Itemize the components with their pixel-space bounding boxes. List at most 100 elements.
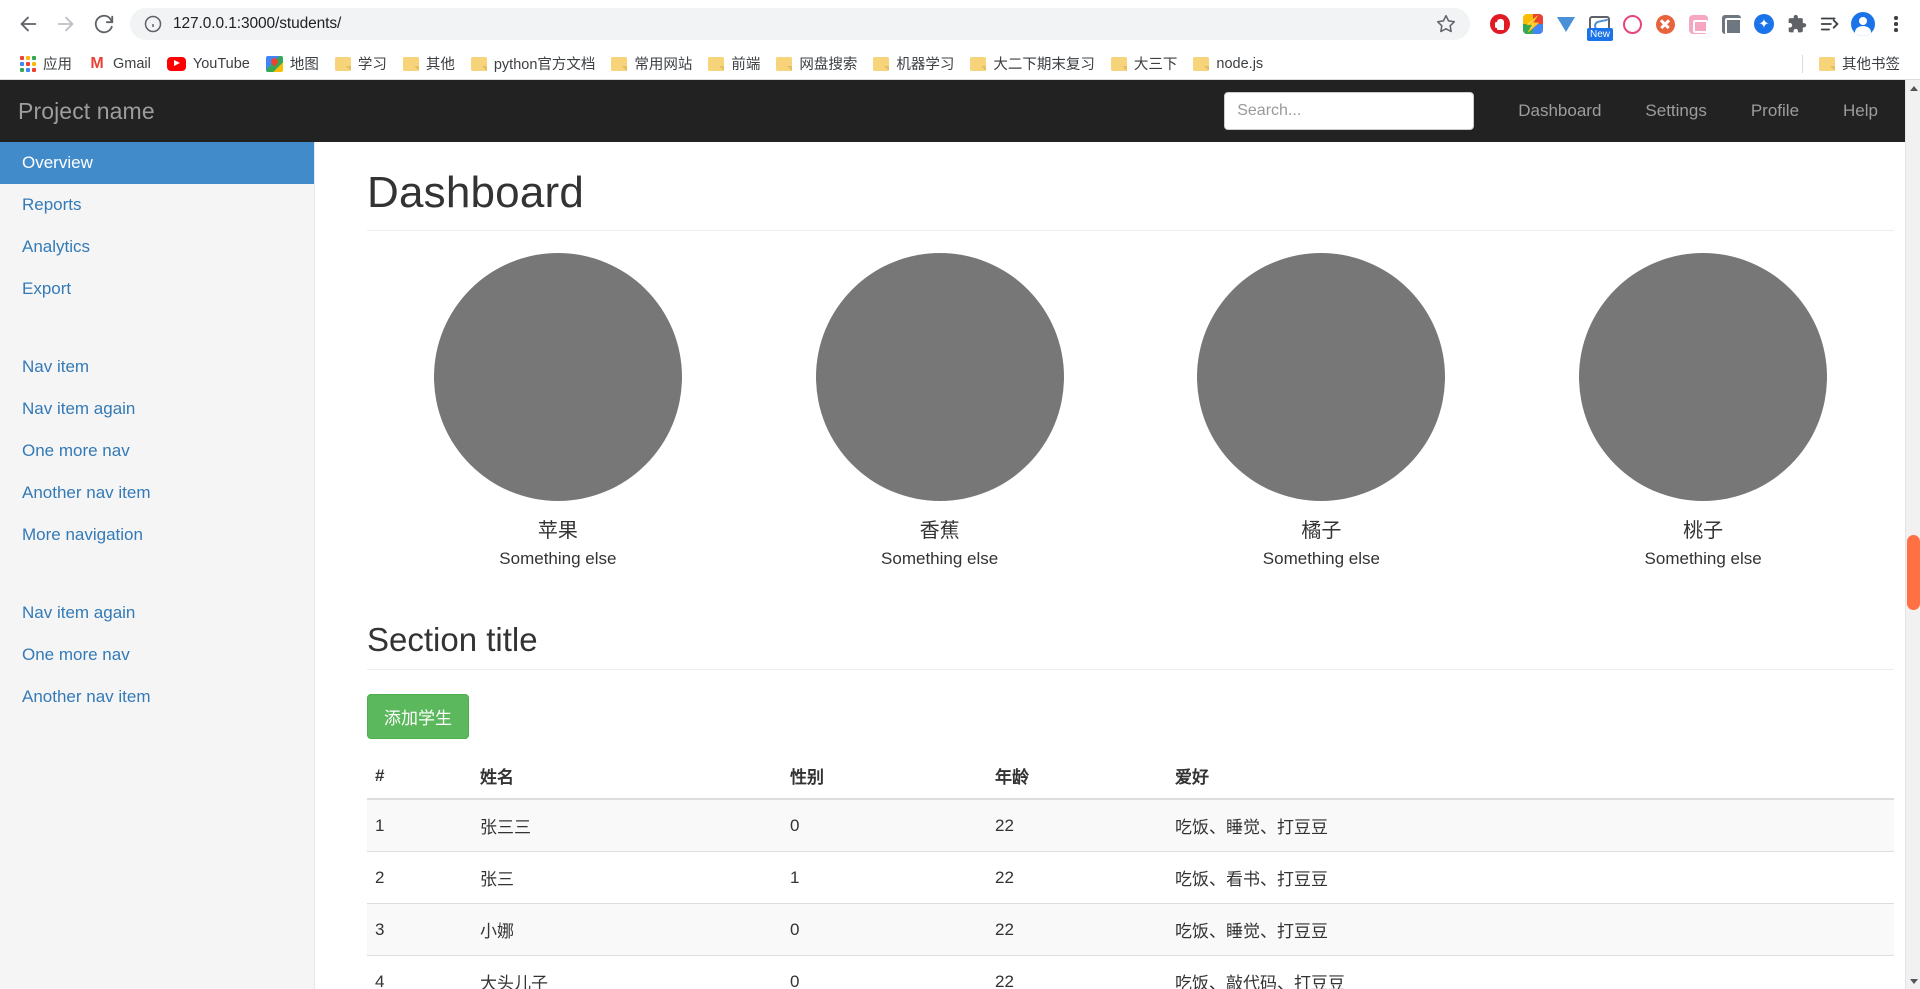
sidebar-item-nav-item-again[interactable]: Nav item again	[0, 388, 314, 430]
cell-gender: 0	[782, 798, 987, 852]
site-info-icon[interactable]	[144, 15, 162, 33]
bookmark-folder-jiqixuexi[interactable]: 机器学习	[865, 50, 962, 77]
scrollbar-thumb[interactable]	[1907, 535, 1920, 610]
sidebar-item-export[interactable]: Export	[0, 268, 314, 310]
placeholder-circle-icon	[815, 253, 1064, 501]
bookmark-gmail[interactable]: M Gmail	[80, 53, 159, 75]
sidebar-item-nav-item[interactable]: Nav item	[0, 346, 314, 388]
colorful-extension-icon[interactable]: ⚡	[1519, 10, 1547, 38]
blue-extension-icon[interactable]: ✦	[1750, 10, 1778, 38]
diamond-extension-icon[interactable]	[1552, 10, 1580, 38]
sidebar-item-one-more-nav[interactable]: One more nav	[0, 430, 314, 472]
sidebar-item-analytics[interactable]: Analytics	[0, 226, 314, 268]
reload-icon[interactable]	[86, 6, 122, 42]
table-head: # 姓名 性别 年龄 爱好	[367, 753, 1894, 800]
pink-extension-icon[interactable]	[1684, 10, 1712, 38]
youtube-icon	[166, 56, 186, 71]
column-header-age[interactable]: 年龄	[987, 753, 1167, 800]
chrome-menu-icon[interactable]	[1882, 10, 1910, 38]
bookmark-folder-dasanxia[interactable]: 大三下	[1103, 50, 1186, 77]
cell-hobby: 吃饭、敲代码、打豆豆	[1167, 955, 1894, 989]
bookmark-folder-nodejs[interactable]: node.js	[1185, 53, 1271, 75]
table-row[interactable]: 3 小娜 0 22 吃饭、睡觉、打豆豆	[367, 903, 1894, 956]
card-apple[interactable]: 苹果 Something else	[367, 253, 749, 569]
adblock-extension-icon[interactable]	[1486, 10, 1514, 38]
bookmark-label: YouTube	[192, 55, 250, 72]
card-title: 苹果	[537, 520, 578, 542]
table-body: 1 张三三 0 22 吃饭、睡觉、打豆豆 2 张三 1 22 吃饭、看书、打豆豆	[367, 798, 1894, 989]
bookmark-folder-xuexi[interactable]: 学习	[327, 50, 395, 77]
bookmarks-divider	[1802, 54, 1803, 73]
reading-list-icon[interactable]	[1816, 10, 1844, 38]
cell-hobby: 吃饭、睡觉、打豆豆	[1167, 798, 1894, 852]
grey-extension-icon[interactable]	[1717, 10, 1745, 38]
bookmark-folder-daerxia[interactable]: 大二下期末复习	[962, 50, 1103, 77]
bookmark-other-bookmarks[interactable]: 其他书签	[1811, 50, 1908, 77]
folder-icon	[970, 56, 987, 71]
ring-extension-icon[interactable]	[1618, 10, 1646, 38]
placeholder-circle-icon	[1579, 253, 1828, 501]
cell-index: 1	[367, 798, 472, 852]
section-title: Section title	[367, 621, 1894, 670]
card-subtitle: Something else	[881, 549, 999, 568]
bookmark-youtube[interactable]: YouTube	[159, 53, 258, 75]
table-row[interactable]: 2 张三 1 22 吃饭、看书、打豆豆	[367, 851, 1894, 904]
bookmark-apps[interactable]: 应用	[12, 50, 80, 77]
new-tab-extension-icon[interactable]: New	[1585, 10, 1614, 41]
page-scrollbar[interactable]	[1905, 80, 1920, 989]
brand-title[interactable]: Project name	[18, 98, 155, 125]
nav-link-help[interactable]: Help	[1821, 80, 1900, 142]
forward-arrow-icon[interactable]	[48, 6, 84, 42]
table-row[interactable]: 1 张三三 0 22 吃饭、睡觉、打豆豆	[367, 798, 1894, 852]
cell-name: 张三	[472, 851, 782, 904]
address-bar[interactable]: 127.0.0.1:3000/students/	[130, 8, 1470, 40]
back-arrow-icon[interactable]	[10, 6, 46, 42]
sidebar-item-more-navigation[interactable]: More navigation	[0, 514, 314, 556]
add-student-button[interactable]: 添加学生	[367, 694, 469, 739]
sidebar-item-nav-item-again-2[interactable]: Nav item again	[0, 592, 314, 634]
placeholder-circle-icon	[1197, 253, 1446, 501]
placeholder-circle-icon	[433, 253, 682, 501]
nav-link-settings[interactable]: Settings	[1623, 80, 1728, 142]
table-row[interactable]: 4 大头儿子 0 22 吃饭、敲代码、打豆豆	[367, 955, 1894, 989]
browser-chrome: 127.0.0.1:3000/students/ ⚡ New ✦ 应用 M Gm…	[0, 0, 1920, 80]
bookmark-folder-qianduan[interactable]: 前端	[700, 50, 768, 77]
bookmark-folder-python[interactable]: python官方文档	[463, 50, 604, 77]
bookmark-star-icon[interactable]	[1436, 14, 1456, 34]
sidebar-item-another-nav-item-2[interactable]: Another nav item	[0, 676, 314, 718]
cell-index: 3	[367, 903, 472, 956]
main-content: Dashboard 苹果 Something else 香蕉 Something…	[315, 142, 1920, 989]
url-text[interactable]: 127.0.0.1:3000/students/	[173, 15, 1430, 33]
bookmark-folder-wangpan[interactable]: 网盘搜索	[768, 50, 865, 77]
column-header-index[interactable]: #	[367, 753, 472, 800]
extensions-puzzle-icon[interactable]	[1783, 10, 1811, 38]
card-peach[interactable]: 桃子 Something else	[1512, 253, 1894, 569]
nav-link-profile[interactable]: Profile	[1729, 80, 1821, 142]
cell-name: 张三三	[472, 798, 782, 852]
bookmark-label: 其他	[425, 57, 455, 73]
scrollbar-down-arrow-icon[interactable]	[1906, 973, 1920, 989]
column-header-gender[interactable]: 性别	[782, 753, 987, 800]
nav-link-dashboard[interactable]: Dashboard	[1496, 80, 1623, 142]
card-banana[interactable]: 香蕉 Something else	[749, 253, 1131, 569]
sidebar-item-overview[interactable]: Overview	[0, 142, 314, 184]
column-header-name[interactable]: 姓名	[472, 753, 782, 800]
sidebar-item-one-more-nav-2[interactable]: One more nav	[0, 634, 314, 676]
search-input[interactable]	[1224, 92, 1475, 130]
card-orange[interactable]: 橘子 Something else	[1131, 253, 1513, 569]
sidebar-group-secondary: Nav item Nav item again One more nav Ano…	[0, 346, 314, 556]
sidebar-item-another-nav-item[interactable]: Another nav item	[0, 472, 314, 514]
bookmark-label: python官方文档	[493, 57, 596, 73]
scrollbar-up-arrow-icon[interactable]	[1906, 80, 1920, 96]
profile-avatar-icon[interactable]	[1849, 10, 1877, 38]
bookmark-folder-changyong[interactable]: 常用网站	[603, 50, 700, 77]
folder-icon	[1819, 56, 1835, 71]
folder-icon	[1110, 56, 1127, 71]
sidebar-item-reports[interactable]: Reports	[0, 184, 314, 226]
bookmark-maps[interactable]: 地图	[258, 50, 327, 77]
close-circle-extension-icon[interactable]	[1651, 10, 1679, 38]
column-header-hobby[interactable]: 爱好	[1167, 753, 1894, 800]
bookmark-folder-qita[interactable]: 其他	[395, 50, 463, 77]
